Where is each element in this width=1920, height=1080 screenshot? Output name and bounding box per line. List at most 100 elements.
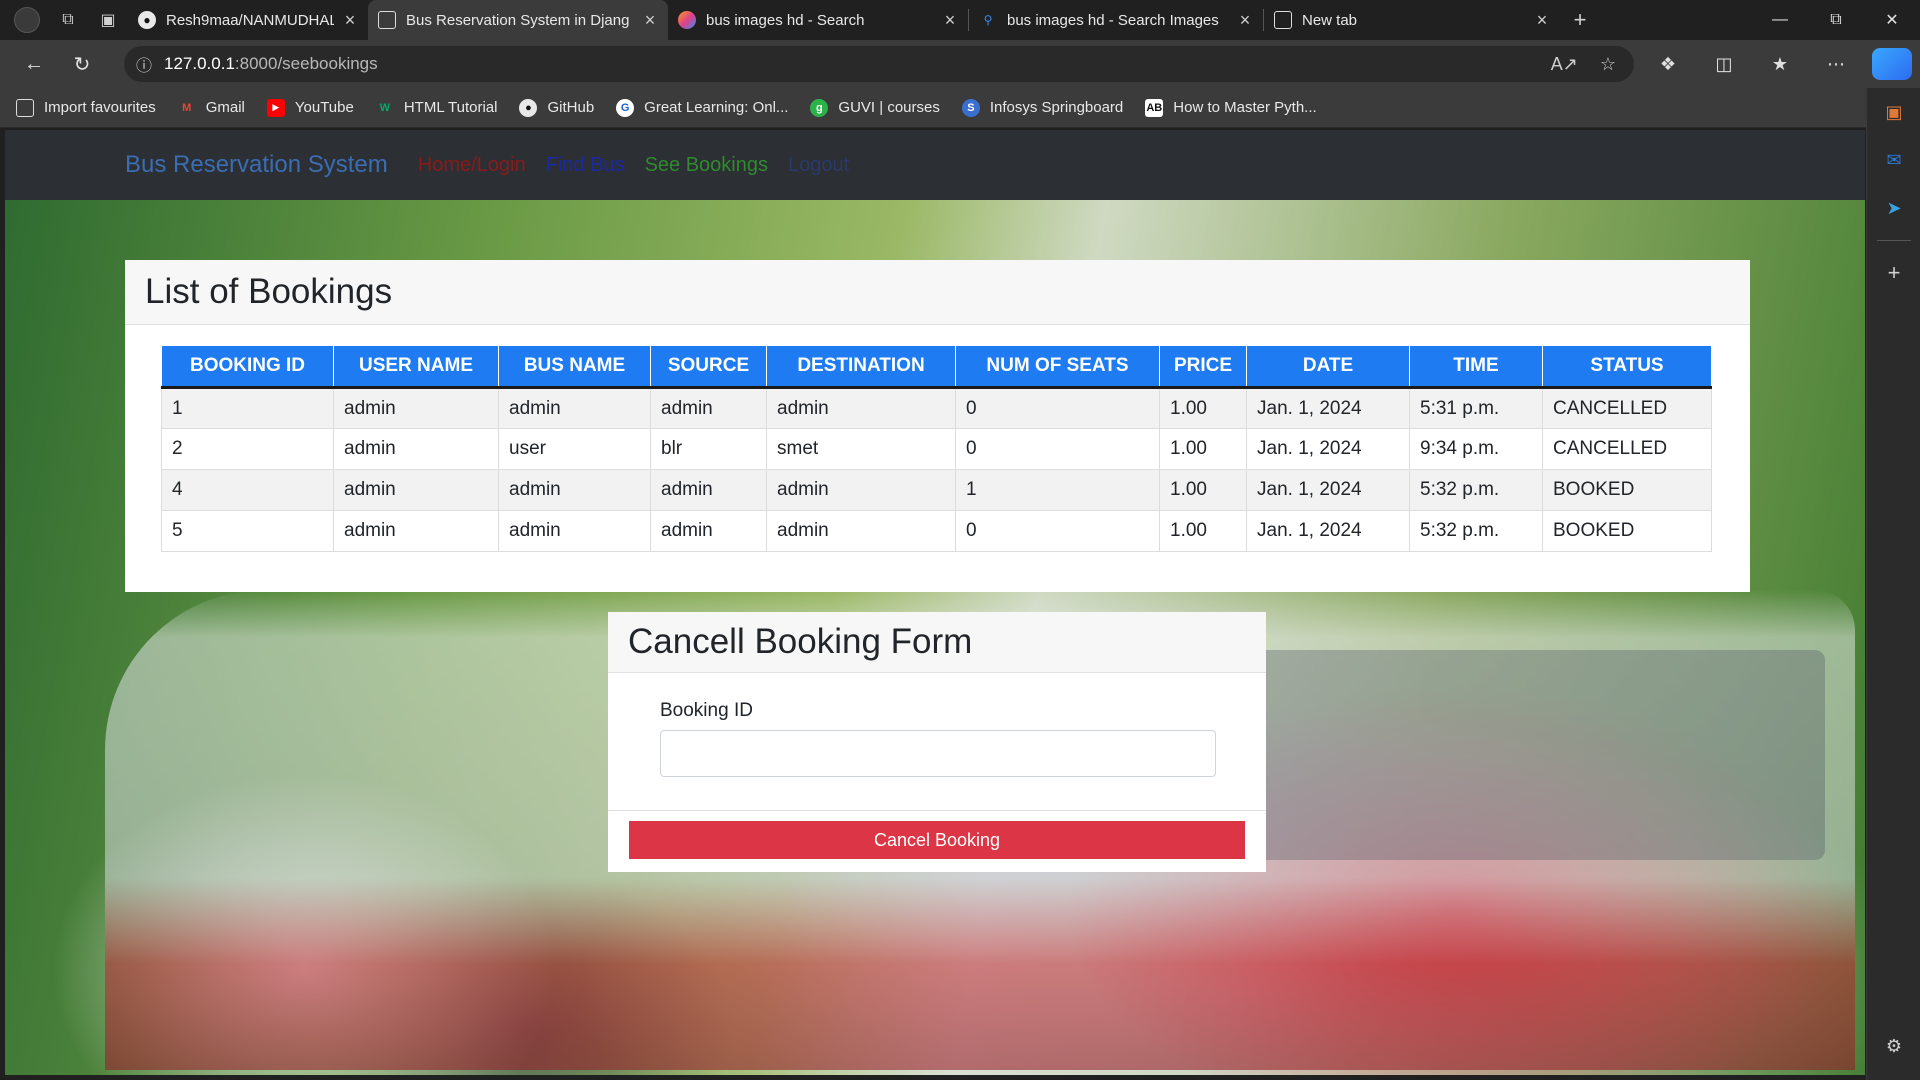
- bookmark-youtube[interactable]: ▶ YouTube: [266, 98, 354, 117]
- col-header: BOOKING ID: [161, 345, 334, 389]
- new-tab-plus-icon[interactable]: +: [1560, 0, 1600, 40]
- bookmark-guvi[interactable]: g GUVI | courses: [810, 98, 940, 117]
- cell-source: admin: [650, 510, 767, 552]
- send-icon[interactable]: ➤: [1867, 184, 1920, 232]
- browser-tab-0[interactable]: ● Resh9maa/NANMUDHALVAN_TU ×: [128, 0, 368, 40]
- tab-actions-icon[interactable]: ▣: [88, 0, 128, 40]
- tools-icon[interactable]: ▣: [1867, 88, 1920, 136]
- gmail-icon: M: [182, 101, 192, 114]
- browser-tab-2[interactable]: bus images hd - Search ×: [668, 0, 968, 40]
- restore-icon[interactable]: ⧉: [1808, 0, 1864, 40]
- tab-title: bus images hd - Search Images: [1007, 11, 1219, 29]
- cell-source: blr: [650, 428, 767, 470]
- cell-date: Jan. 1, 2024: [1246, 387, 1410, 429]
- bookings-card: List of Bookings BOOKING ID USER NAME BU…: [125, 260, 1750, 592]
- cell-user-name: admin: [333, 469, 499, 511]
- nav-link-home-login[interactable]: Home/Login: [418, 154, 526, 177]
- tab-title: Resh9maa/NANMUDHALVAN_TU: [166, 11, 334, 29]
- cell-booking-id: 4: [161, 469, 334, 511]
- bookmark-label: Gmail: [205, 99, 245, 116]
- close-icon[interactable]: ×: [342, 10, 358, 31]
- cell-num-seats: 0: [955, 510, 1160, 552]
- back-icon[interactable]: ←: [10, 44, 58, 84]
- sidebar-divider: [1876, 240, 1911, 241]
- bookmark-gmail[interactable]: M Gmail: [178, 99, 245, 117]
- col-header: SOURCE: [650, 345, 767, 389]
- ab-icon: AB: [1145, 98, 1164, 117]
- bookmark-html-tutorial[interactable]: W HTML Tutorial: [376, 99, 498, 117]
- favorites-icon[interactable]: ★: [1752, 40, 1808, 88]
- close-icon[interactable]: ×: [942, 10, 958, 31]
- site-info-icon[interactable]: ⓘ: [124, 52, 164, 76]
- profile-avatar[interactable]: [14, 7, 40, 33]
- cancel-form-title: Cancell Booking Form: [608, 612, 1266, 673]
- cell-destination: admin: [766, 510, 956, 552]
- url-host: 127.0.0.1: [164, 54, 235, 73]
- outlook-icon[interactable]: ✉: [1867, 136, 1920, 184]
- cell-bus-name: user: [498, 428, 651, 470]
- close-icon[interactable]: ×: [1237, 10, 1253, 31]
- cell-user-name: admin: [333, 428, 499, 470]
- browser-toolbar: ← ↻ ⓘ 127.0.0.1:8000/seebookings A↗ ☆ ❖ …: [0, 40, 1920, 88]
- col-header: NUM OF SEATS: [955, 345, 1160, 389]
- tab-title: New tab: [1302, 11, 1358, 29]
- booking-id-label: Booking ID: [660, 700, 753, 721]
- cell-bus-name: admin: [498, 510, 651, 552]
- bookmark-import-favourites[interactable]: Import favourites: [16, 98, 156, 117]
- table-header-row: BOOKING ID USER NAME BUS NAME SOURCE DES…: [161, 345, 1712, 389]
- cancel-booking-button[interactable]: Cancel Booking: [629, 821, 1245, 859]
- cell-num-seats: 1: [955, 469, 1160, 511]
- site-brand[interactable]: Bus Reservation System: [125, 151, 388, 179]
- bookmark-great-learning[interactable]: G Great Learning: Onl...: [616, 98, 789, 117]
- infosys-icon: S: [961, 98, 980, 117]
- cell-num-seats: 0: [955, 387, 1160, 429]
- minimize-icon[interactable]: —: [1752, 0, 1808, 40]
- bookings-table: BOOKING ID USER NAME BUS NAME SOURCE DES…: [161, 345, 1712, 552]
- browser-tab-4[interactable]: New tab ×: [1264, 0, 1560, 40]
- bookmark-label: GitHub: [547, 99, 595, 116]
- browser-tab-3[interactable]: ⚲ bus images hd - Search Images ×: [969, 0, 1263, 40]
- cell-price: 1.00: [1159, 510, 1247, 552]
- browser-tab-1[interactable]: ​ Bus Reservation System in Djang ×: [368, 0, 668, 40]
- window-close-icon[interactable]: ✕: [1864, 0, 1920, 40]
- toolbar-right: ❖ ◫ ★ ⋯: [1640, 40, 1920, 88]
- address-bar-actions: A↗ ☆: [1551, 46, 1616, 82]
- read-aloud-icon[interactable]: A↗: [1551, 54, 1578, 75]
- tab-title: Bus Reservation System in Djang: [406, 11, 630, 29]
- favorite-star-icon[interactable]: ☆: [1600, 54, 1616, 75]
- cell-source: admin: [650, 387, 767, 429]
- address-bar[interactable]: ⓘ 127.0.0.1:8000/seebookings A↗ ☆: [124, 46, 1634, 82]
- bus-window-shape: [1225, 650, 1825, 860]
- page-viewport: Bus Reservation System Home/Login Find B…: [5, 130, 1865, 1075]
- bookmark-github[interactable]: ● GitHub: [519, 98, 595, 117]
- split-screen-icon[interactable]: ◫: [1696, 40, 1752, 88]
- bookmark-label: YouTube: [294, 99, 354, 116]
- close-icon[interactable]: ×: [1534, 10, 1550, 31]
- table-row: 5 admin admin admin admin 0 1.00 Jan. 1,…: [161, 510, 1712, 552]
- bookmark-master-python[interactable]: AB How to Master Pyth...: [1145, 98, 1317, 117]
- col-header: USER NAME: [333, 345, 499, 389]
- nav-link-see-bookings[interactable]: See Bookings: [645, 154, 768, 177]
- bookmark-infosys[interactable]: S Infosys Springboard: [961, 98, 1124, 117]
- workspaces-icon[interactable]: ⧉: [48, 0, 88, 40]
- bookmark-label: GUVI | courses: [838, 99, 940, 116]
- booking-id-input[interactable]: [660, 730, 1216, 777]
- nav-link-find-bus[interactable]: Find Bus: [546, 154, 625, 177]
- col-header: DESTINATION: [766, 345, 956, 389]
- search-icon: ⚲: [983, 13, 993, 27]
- bookmark-label: Great Learning: Onl...: [644, 99, 789, 116]
- bookmark-label: Infosys Springboard: [989, 99, 1124, 116]
- refresh-icon[interactable]: ↻: [58, 44, 106, 84]
- cell-status: BOOKED: [1542, 510, 1712, 552]
- settings-icon[interactable]: ⚙: [1867, 1022, 1920, 1070]
- col-header: TIME: [1409, 345, 1543, 389]
- extensions-icon[interactable]: ❖: [1640, 40, 1696, 88]
- add-icon[interactable]: +: [1867, 249, 1920, 297]
- nav-link-logout[interactable]: Logout: [788, 154, 849, 177]
- copilot-icon[interactable]: [1872, 48, 1912, 80]
- cell-status: CANCELLED: [1542, 428, 1712, 470]
- close-icon[interactable]: ×: [642, 10, 658, 31]
- cell-time: 9:34 p.m.: [1409, 428, 1543, 470]
- newtab-icon: [1274, 11, 1292, 29]
- more-menu-icon[interactable]: ⋯: [1808, 40, 1864, 88]
